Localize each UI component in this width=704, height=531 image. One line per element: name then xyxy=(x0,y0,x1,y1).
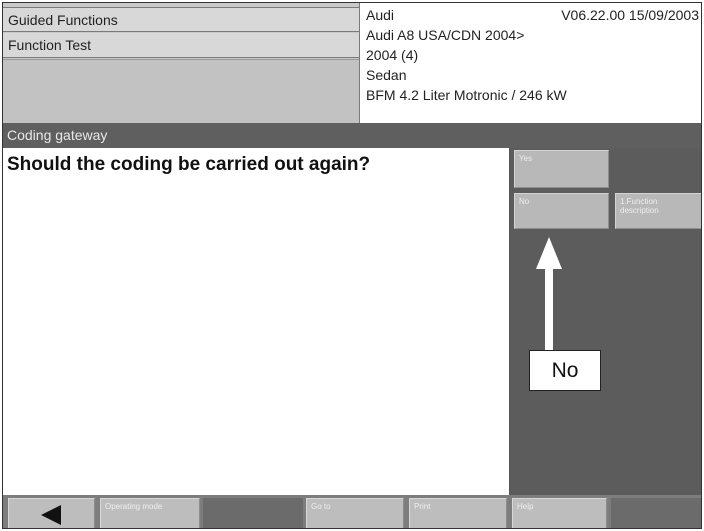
vehicle-brand: Audi xyxy=(366,7,395,23)
annotation-callout: No xyxy=(529,350,601,391)
question-text: Should the coding be carried out again? xyxy=(7,154,371,175)
annotation-arrow-icon xyxy=(536,237,562,357)
toolbar-empty-slot xyxy=(203,498,303,528)
toolbar-empty-slot xyxy=(611,498,701,528)
diagnostic-screen: Guided Functions Function Test Audi V06.… xyxy=(2,2,702,529)
goto-button[interactable]: Go to xyxy=(306,498,404,528)
vehicle-engine: BFM 4.2 Liter Motronic / 246 kW xyxy=(366,87,567,103)
yes-button[interactable]: Yes xyxy=(514,150,609,188)
no-button[interactable]: No xyxy=(514,193,609,229)
software-version: V06.22.00 15/09/2003 xyxy=(561,7,699,23)
main-content-area: Should the coding be carried out again? xyxy=(3,148,510,495)
vehicle-model: Audi A8 USA/CDN 2004> xyxy=(366,27,525,43)
back-button[interactable] xyxy=(8,498,95,528)
bottom-toolbar: Operating mode Go to Print Help xyxy=(3,495,701,528)
vehicle-info-panel: Audi V06.22.00 15/09/2003 Audi A8 USA/CD… xyxy=(359,3,701,123)
vehicle-year: 2004 (4) xyxy=(366,47,419,63)
header-blank-area xyxy=(3,59,359,123)
print-button[interactable]: Print xyxy=(409,498,507,528)
back-arrow-icon xyxy=(41,505,61,525)
function-description-button[interactable]: 1.Function description xyxy=(615,193,701,229)
function-group-label: Guided Functions xyxy=(3,7,359,32)
help-button[interactable]: Help xyxy=(512,498,607,528)
function-name-label: Function Test xyxy=(3,33,359,58)
page-title: Coding gateway xyxy=(3,123,701,148)
brand-version-row: Audi V06.22.00 15/09/2003 xyxy=(366,5,701,25)
header-left-panel: Guided Functions Function Test xyxy=(3,3,359,123)
operating-mode-button[interactable]: Operating mode xyxy=(100,498,200,528)
vehicle-body: Sedan xyxy=(366,67,407,83)
